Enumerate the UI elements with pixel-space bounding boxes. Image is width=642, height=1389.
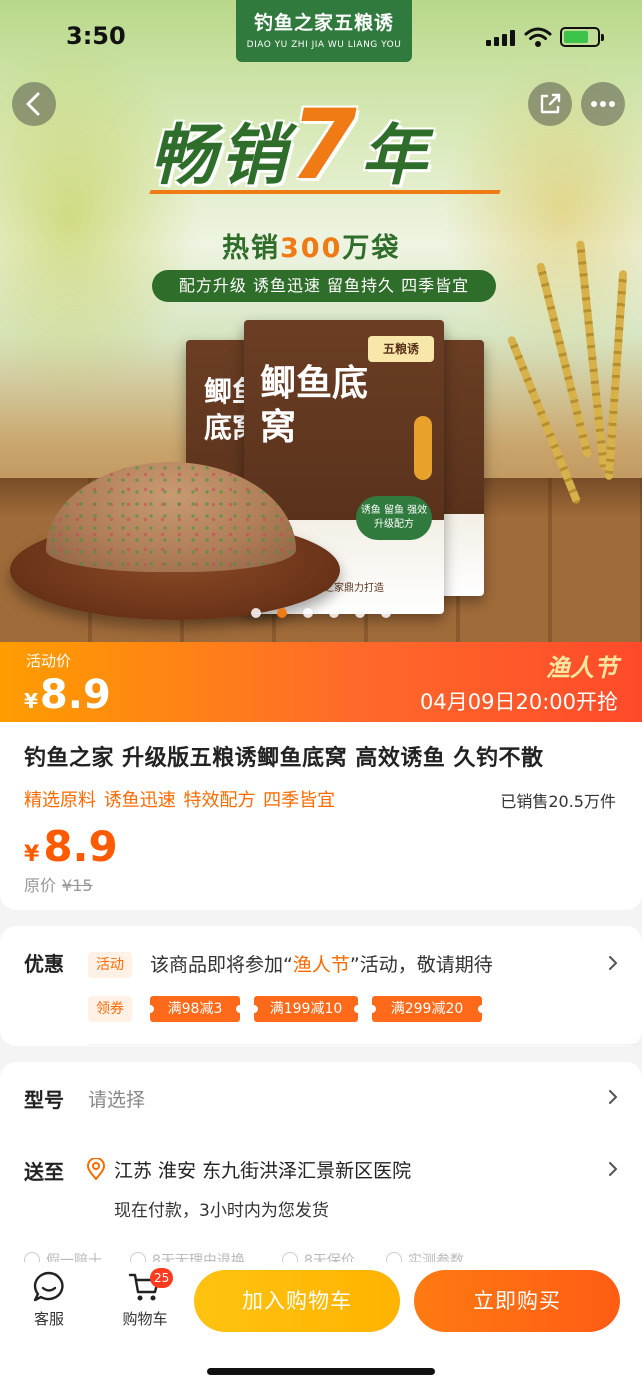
wifi-icon	[524, 27, 552, 47]
activity-text-post: ”活动，敬请期待	[349, 954, 493, 976]
feature-pill: 配方升级 诱鱼迅速 留鱼持久 四季皆宜	[152, 270, 496, 302]
status-time: 3:50	[66, 22, 126, 50]
service-label: 客服	[33, 1310, 64, 1328]
discount-label: 优惠	[24, 952, 64, 976]
chevron-right-icon[interactable]	[606, 1090, 620, 1104]
festival-logo: 渔人节	[546, 654, 618, 682]
subline-post: 万袋	[342, 233, 401, 264]
sales-subline: 热销300万袋	[222, 226, 400, 265]
shipping-note: 现在付款，3小时内为您发货	[114, 1201, 329, 1221]
chat-bubble-icon	[33, 1271, 64, 1302]
carousel-dot[interactable]	[355, 608, 365, 618]
product-features: 精选原料 诱鱼迅速 特效配方 四季皆宜	[24, 790, 336, 811]
chevron-right-icon[interactable]	[606, 1162, 620, 1176]
promo-price-strip: 活动价 ¥8.9 渔人节 04月09日20:00开抢	[0, 642, 642, 722]
price-value: 8.9	[43, 822, 118, 871]
bag-title: 鲫鱼底窝	[260, 363, 369, 448]
bag-round-label: 诱鱼 留鱼 强效升级配方	[356, 496, 432, 540]
headline: 畅销7年	[150, 97, 431, 198]
bag-badge: 五粮诱	[368, 336, 434, 362]
model-value: 请选择	[88, 1089, 146, 1111]
bag-side-tag	[414, 416, 432, 480]
promo-price: ¥8.9	[24, 672, 111, 718]
original-price: 原价 ¥15	[24, 872, 93, 896]
service-button[interactable]: 客服	[14, 1270, 84, 1329]
spec-section: 型号 请选择 送至 江苏 淮安 东九街洪泽汇景新区医院 现在付款，3小时内为您发…	[0, 1062, 642, 1292]
carousel-dot[interactable]	[329, 608, 339, 618]
headline-number: 7	[290, 89, 361, 201]
coupon-chip: 领券	[88, 996, 132, 1022]
carousel-dot[interactable]	[303, 608, 313, 618]
cart-label: 购物车	[122, 1310, 168, 1328]
chevron-right-icon[interactable]	[606, 956, 620, 970]
product-title: 钓鱼之家 升级版五粮诱鲫鱼底窝 高效诱鱼 久钓不散	[24, 746, 544, 771]
carousel-indicator	[0, 603, 642, 622]
product-detail-page: 钓鱼之家五粮诱 DIAO YU ZHI JIA WU LIANG YOU 畅销7…	[0, 0, 642, 1389]
cellular-signal-icon	[486, 30, 516, 46]
cart-count-badge: 25	[150, 1268, 174, 1288]
subline-pre: 热销	[222, 233, 280, 264]
carousel-dot[interactable]	[381, 608, 391, 618]
promo-currency: ¥	[24, 689, 38, 713]
activity-text-highlight: 渔人节	[292, 954, 350, 976]
original-price-label: 原价	[24, 876, 57, 895]
location-pin-icon	[86, 1158, 106, 1180]
add-to-cart-button[interactable]: 加入购物车	[194, 1270, 400, 1332]
ship-label: 送至	[24, 1160, 64, 1184]
share-button[interactable]	[528, 82, 572, 126]
status-bar: 3:50	[0, 0, 642, 72]
coupon-item[interactable]: 满199减10	[250, 996, 362, 1022]
activity-text: 该商品即将参加“渔人节”活动，敬请期待	[150, 950, 493, 977]
headline-pre: 畅销	[150, 117, 290, 194]
product-info-card: 钓鱼之家 升级版五粮诱鲫鱼底窝 高效诱鱼 久钓不散 精选原料 诱鱼迅速 特效配方…	[0, 722, 642, 910]
discount-section[interactable]: 优惠 活动 该商品即将参加“渔人节”活动，敬请期待 领券 满98减3 满199减…	[0, 926, 642, 1046]
activity-chip: 活动	[88, 952, 132, 978]
subline-number: 300	[280, 233, 343, 264]
original-price-value: ¥15	[62, 876, 93, 895]
back-button[interactable]	[12, 82, 56, 126]
carousel-dot[interactable]	[251, 608, 261, 618]
coupon-item[interactable]: 满299减20	[368, 996, 486, 1022]
battery-icon	[560, 27, 604, 47]
cart-button[interactable]: 25 购物车	[110, 1268, 180, 1329]
headline-underline	[149, 190, 501, 194]
price-currency: ¥	[24, 842, 40, 867]
home-indicator[interactable]	[207, 1368, 435, 1375]
share-icon	[540, 93, 561, 114]
model-label: 型号	[24, 1088, 64, 1112]
promo-start-time: 04月09日20:00开抢	[420, 690, 618, 714]
promo-price-value: 8.9	[39, 672, 111, 718]
headline-post: 年	[360, 117, 431, 194]
divider	[88, 1044, 642, 1045]
carousel-dot[interactable]	[277, 608, 287, 618]
sold-count: 已销售20.5万件	[500, 792, 616, 811]
back-arrow-icon	[26, 92, 40, 116]
promo-label: 活动价	[26, 652, 72, 670]
more-dots-icon	[591, 101, 615, 107]
coupon-item[interactable]: 满98减3	[146, 996, 244, 1022]
activity-text-pre: 该商品即将参加“	[150, 954, 293, 976]
buy-now-button[interactable]: 立即购买	[414, 1270, 620, 1332]
product-price: ¥8.9	[24, 822, 118, 871]
more-button[interactable]	[581, 82, 625, 126]
shipping-address: 江苏 淮安 东九街洪泽汇景新区医院	[114, 1160, 412, 1182]
